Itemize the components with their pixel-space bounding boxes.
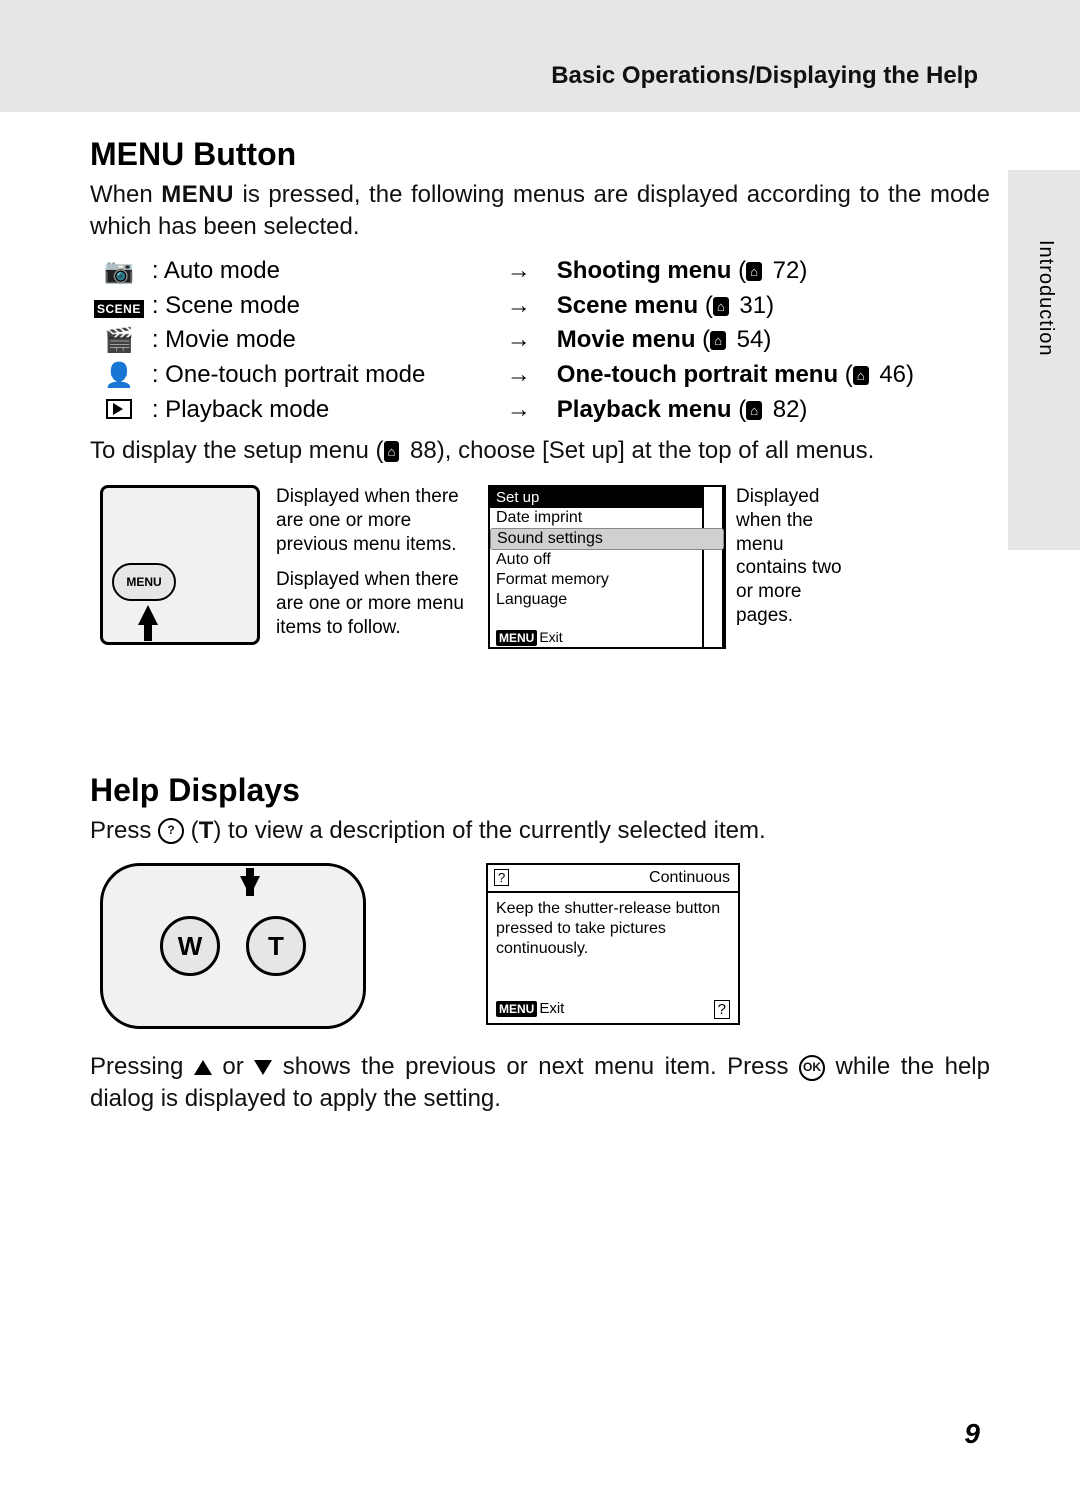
portrait-icon: 👤 [104, 362, 134, 389]
section-tab-label: Introduction [1034, 240, 1057, 357]
camera-illustration: MENU [100, 485, 260, 645]
down-arrow-icon [254, 1060, 272, 1075]
menu-name: Shooting menu (⌂ 72) [553, 254, 990, 289]
mode-row: : Playback mode→Playback menu (⌂ 82) [90, 393, 990, 427]
up-arrow-icon [194, 1060, 212, 1075]
setup-menu-note: To display the setup menu (⌂ 88), choose… [90, 435, 990, 467]
arrow-right-icon: → [485, 358, 553, 393]
mode-row: 🎬 : Movie mode→Movie menu (⌂ 54) [90, 323, 990, 358]
menu-item: Auto off [490, 550, 724, 570]
menu-screen-title: Set up [490, 487, 724, 508]
scroll-down-note: Displayed when there are one or more men… [276, 568, 476, 639]
menu-item: Date imprint [490, 508, 724, 528]
arrow-right-icon: → [485, 289, 553, 323]
breadcrumb: Basic Operations/Displaying the Help [551, 62, 978, 90]
mode-name: : One-touch portrait mode [148, 358, 485, 393]
arrow-right-icon: → [485, 393, 553, 427]
help-displays-intro: Press ? (T) to view a description of the… [90, 815, 990, 847]
section-tab: Introduction [1008, 170, 1080, 550]
menu-diagram: MENU Displayed when there are one or mor… [90, 485, 990, 652]
mode-name: : Auto mode [148, 254, 485, 289]
menu-name: Movie menu (⌂ 54) [553, 323, 990, 358]
page-ref-icon: ⌂ [384, 441, 400, 463]
help-dialog-screenshot: ? Continuous Keep the shutter-release bu… [486, 863, 740, 1025]
menu-name: Scene menu (⌂ 31) [553, 289, 990, 323]
movie-icon: 🎬 [104, 327, 134, 354]
help-displays-heading: Help Displays [90, 772, 990, 809]
setup-menu-screenshot: Set up Date imprint Sound settings Auto … [488, 485, 726, 649]
camera-zoom-illustration: W T [100, 863, 366, 1029]
playback-icon [106, 399, 132, 419]
arrow-right-icon: → [485, 323, 553, 358]
menu-word-icon: MENU [161, 181, 234, 208]
help-dialog-body: Keep the shutter-release button pressed … [488, 893, 738, 965]
mode-row: 📷 : Auto mode→Shooting menu (⌂ 72) [90, 254, 990, 289]
menu-button-heading: MENU Button [90, 136, 990, 173]
menu-item-selected: Sound settings [490, 528, 724, 550]
camera-icon: 📷 [104, 258, 134, 285]
page-ref-icon: ⌂ [853, 366, 869, 385]
page-ref-icon: ⌂ [710, 331, 726, 350]
page-ref-icon: ⌂ [746, 262, 762, 281]
help-dialog-title: Continuous [649, 869, 730, 886]
arrow-down-icon [240, 876, 260, 896]
scene-icon: SCENE [94, 300, 144, 318]
multipage-note: Displayed when the menu contains two or … [736, 485, 848, 628]
page-header: Basic Operations/Displaying the Help [0, 0, 1080, 112]
help-q2-icon: ? [714, 1000, 730, 1019]
menu-name: One-touch portrait menu (⌂ 46) [553, 358, 990, 393]
menu-exit-label: MENUExit [490, 627, 724, 647]
menu-name: Playback menu (⌂ 82) [553, 393, 990, 427]
zoom-in-t-button-icon: T [246, 916, 306, 976]
zoom-out-w-button-icon: W [160, 916, 220, 976]
arrow-right-icon: → [485, 254, 553, 289]
help-q-icon: ? [494, 869, 509, 886]
page-number: 9 [964, 1418, 980, 1450]
mode-name: : Movie mode [148, 323, 485, 358]
menu-item: Format memory [490, 570, 724, 590]
menu-button-intro: When MENU is pressed, the following menu… [90, 179, 990, 244]
arrow-up-icon [138, 605, 158, 625]
help-exit-label: MENUExit [496, 1000, 564, 1019]
help-icon: ? [158, 818, 184, 844]
mode-row: SCENE: Scene mode→Scene menu (⌂ 31) [90, 289, 990, 323]
ok-button-icon: OK [799, 1055, 825, 1081]
help-navigation-note: Pressing or shows the previous or next m… [90, 1051, 990, 1116]
scroll-up-note: Displayed when there are one or more pre… [276, 485, 476, 652]
mode-name: : Playback mode [148, 393, 485, 427]
mode-menu-table: 📷: Auto mode→Shooting menu (⌂ 72)SCENE: … [90, 254, 990, 427]
page-ref-icon: ⌂ [746, 401, 762, 420]
help-diagram: W T ? Continuous Keep the shutter-releas… [90, 863, 990, 1029]
camera-menu-button-icon: MENU [112, 563, 176, 601]
page-ref-icon: ⌂ [713, 297, 729, 316]
mode-row: 👤 : One-touch portrait mode→One-touch por… [90, 358, 990, 393]
menu-item: Language [490, 590, 724, 610]
mode-name: : Scene mode [148, 289, 485, 323]
